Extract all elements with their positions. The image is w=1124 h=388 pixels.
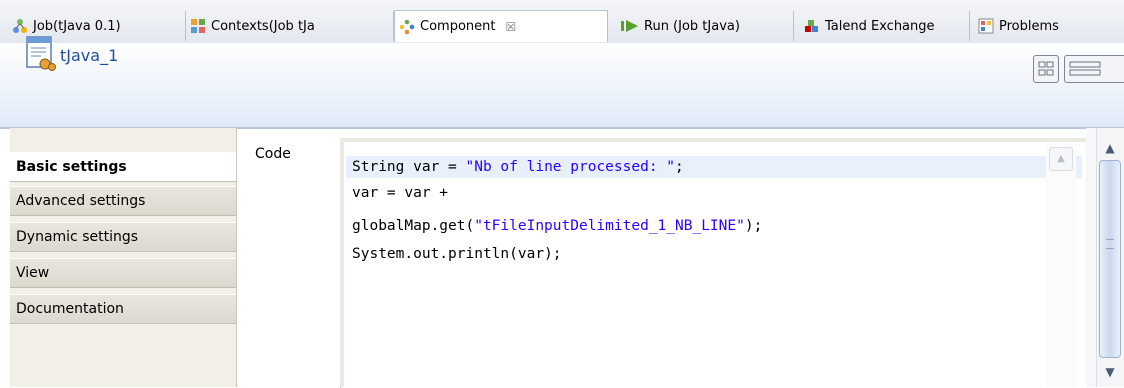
layout-grid-button[interactable]: [1033, 55, 1059, 83]
sidebar-item-basic-settings[interactable]: Basic settings: [10, 152, 236, 182]
tab-label: Talend Exchange: [825, 18, 935, 34]
code-line-4[interactable]: System.out.println(var);: [352, 246, 562, 262]
code-line-3[interactable]: globalMap.get("tFileInputDelimited_1_NB_…: [352, 218, 762, 234]
code-editor-scrollbar[interactable]: [1046, 143, 1076, 387]
code-field-label: Code: [255, 146, 291, 162]
exchange-icon: [805, 20, 818, 32]
tjava-component-icon: [26, 36, 56, 71]
code-line-2[interactable]: var = var +: [352, 185, 448, 201]
chevron-down-icon[interactable]: ▼: [1098, 362, 1122, 382]
scrollbar-thumb[interactable]: [1099, 160, 1121, 358]
chevron-up-icon[interactable]: ▲: [1049, 147, 1073, 171]
chevron-up-icon[interactable]: ▲: [1098, 138, 1122, 158]
run-icon: [620, 18, 640, 34]
tab-label: Run (Job tJava): [644, 18, 740, 34]
settings-sidebar: Basic settings Advanced settings Dynamic…: [10, 128, 237, 387]
sidebar-item-label: Advanced settings: [16, 193, 146, 209]
tab-label: Problems: [999, 18, 1059, 34]
sidebar-item-documentation[interactable]: Documentation: [10, 294, 236, 324]
tab-label: Component: [420, 19, 496, 34]
tab-problems[interactable]: Problems: [970, 11, 1124, 41]
scrollbar-grip-icon: [1106, 239, 1114, 249]
tab-talend-exchange[interactable]: Talend Exchange: [794, 11, 970, 41]
panel-edge: [1086, 128, 1096, 387]
sidebar-item-label: Basic settings: [16, 158, 127, 175]
code-line-1[interactable]: String var = "Nb of line processed: ";: [346, 156, 1082, 178]
tab-contexts[interactable]: Contexts(Job tJa: [186, 11, 394, 41]
tab-label: Contexts(Job tJa: [211, 18, 315, 34]
editor-tab-bar: Job(tJava 0.1) Contexts(Job tJa Componen…: [0, 0, 1124, 44]
component-title: tJava_1: [60, 46, 119, 65]
sidebar-item-dynamic-settings[interactable]: Dynamic settings: [10, 222, 236, 252]
sidebar-item-label: Dynamic settings: [16, 229, 139, 245]
tab-run[interactable]: Run (Job tJava): [608, 11, 794, 41]
close-icon[interactable]: ☒: [505, 20, 516, 34]
problems-icon: [978, 18, 994, 34]
list-layout-icon: [1069, 61, 1101, 76]
sidebar-item-view[interactable]: View: [10, 258, 236, 288]
sidebar-item-label: Documentation: [16, 301, 124, 317]
layout-list-button[interactable]: [1064, 55, 1124, 83]
sidebar-item-label: View: [16, 265, 50, 281]
tab-component[interactable]: Component ☒: [394, 10, 608, 42]
component-icon: [399, 19, 415, 34]
grid-layout-icon: [1038, 61, 1054, 76]
sidebar-item-advanced-settings[interactable]: Advanced settings: [10, 186, 236, 216]
tab-label: Job(tJava 0.1): [33, 18, 121, 34]
component-header: [0, 43, 1124, 128]
contexts-icon: [191, 19, 205, 33]
job-icon: [13, 19, 27, 33]
